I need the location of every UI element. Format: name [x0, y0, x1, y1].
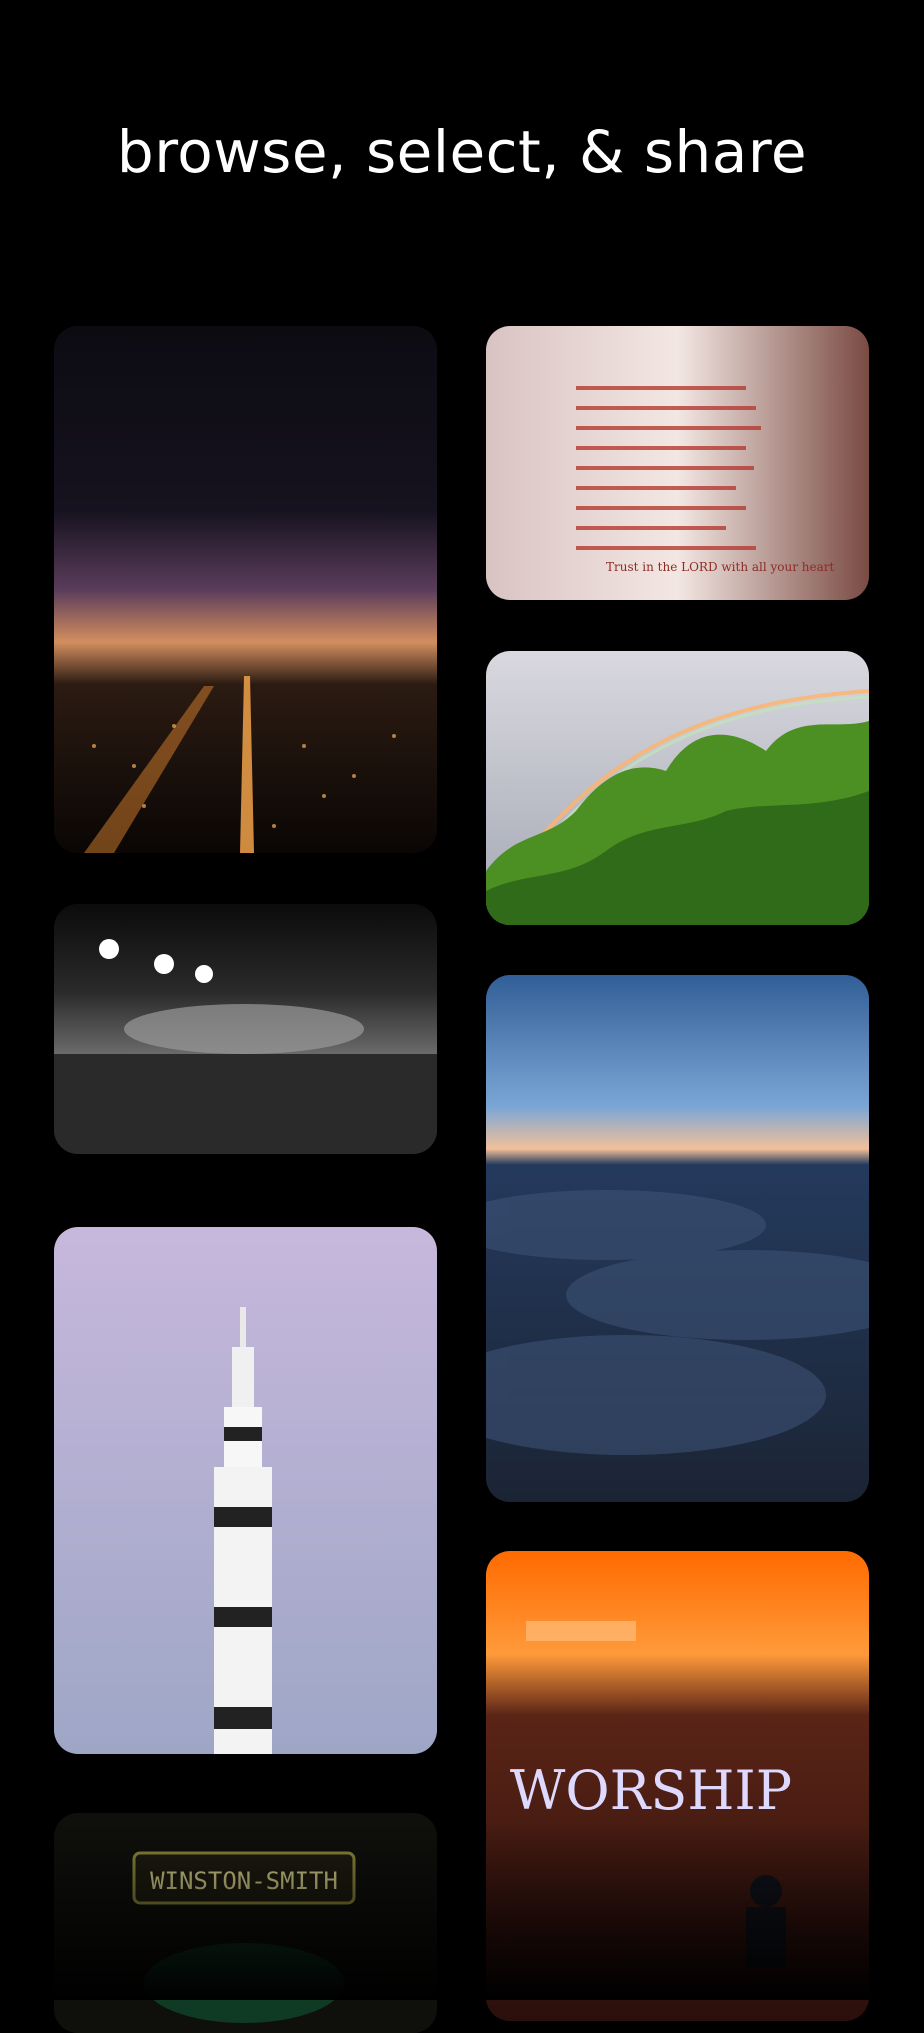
photo-city-lights[interactable]	[54, 326, 437, 853]
bible-verse-text: Trust in the LORD with all your heart	[606, 560, 835, 574]
photo-sky-above-clouds[interactable]	[486, 975, 869, 1502]
neon-sign-text: WINSTON-SMITH	[150, 1867, 338, 1895]
page-title: browse, select, & share	[116, 118, 808, 186]
photo-bible[interactable]: Trust in the LORD with all your heart	[486, 326, 869, 600]
photo-neon-sign[interactable]: WINSTON-SMITH	[54, 1813, 437, 2033]
photo-worship-room[interactable]: WORSHIP	[486, 1551, 869, 2021]
photo-stadium[interactable]	[54, 904, 437, 1154]
photo-rocket[interactable]	[54, 1227, 437, 1754]
worship-text: WORSHIP	[510, 1759, 792, 1822]
photo-rainbow[interactable]	[486, 651, 869, 925]
